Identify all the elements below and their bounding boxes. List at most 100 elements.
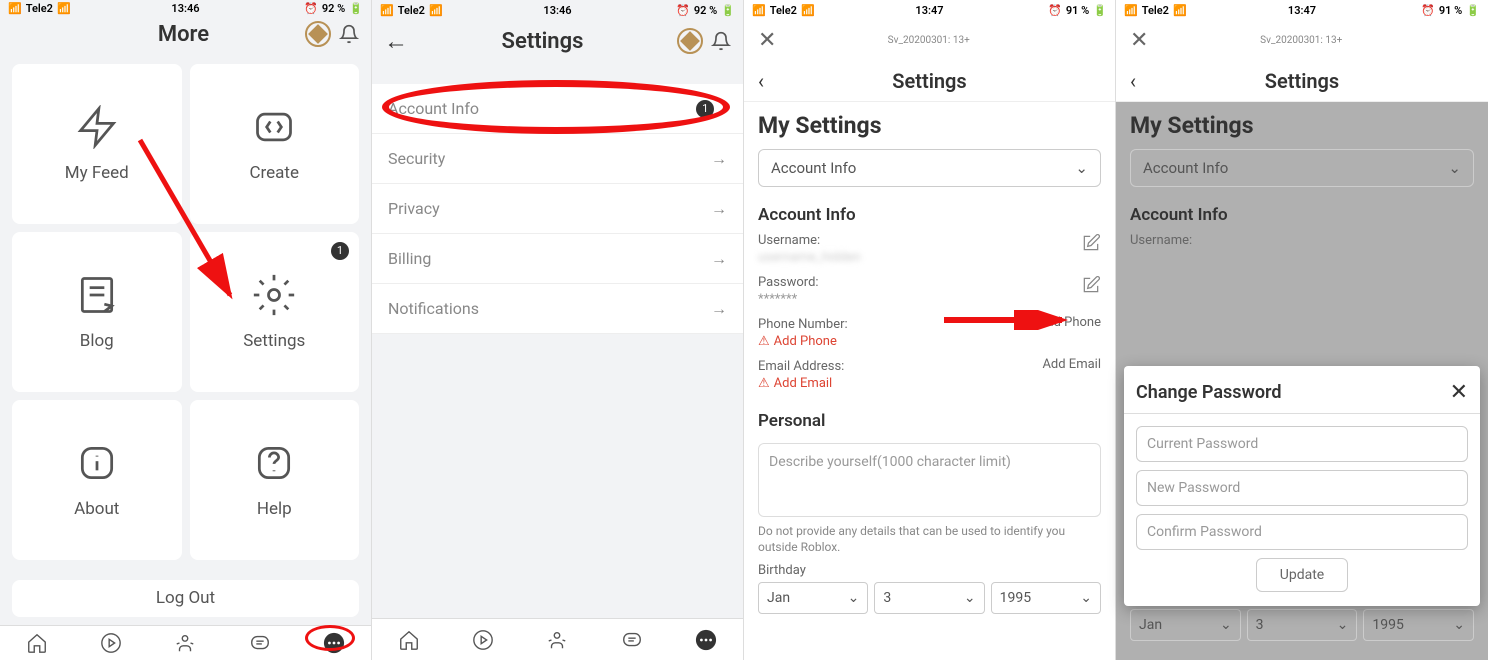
url-label: Sv_20200301: 13+ — [1148, 35, 1454, 46]
close-modal-button[interactable]: ✕ — [1450, 380, 1468, 405]
battery-icon: 🔋 — [349, 2, 363, 15]
clock-label: 13:46 — [171, 2, 199, 15]
status-bar: 📶Tele2📶 13:47 ⏰91 %🔋 — [744, 0, 1115, 20]
tab-home[interactable] — [25, 631, 49, 655]
tab-avatar[interactable] — [545, 628, 569, 652]
tab-bar — [372, 618, 743, 660]
alarm-icon: ⏰ — [1421, 4, 1435, 17]
alarm-icon: ⏰ — [676, 4, 690, 17]
birthday-month: Jan⌄ — [1130, 609, 1241, 641]
webview-bar: ✕ Sv_20200301: 13+ — [744, 20, 1115, 60]
personal-heading: Personal — [752, 405, 1107, 437]
add-phone-link[interactable]: Add Phone — [1038, 315, 1101, 330]
chevron-down-icon: ⌄ — [964, 590, 976, 606]
row-account-info[interactable]: Account Info 1› — [372, 84, 743, 134]
url-label: Sv_20200301: 13+ — [776, 35, 1081, 46]
status-bar: 📶Tele2📶 13:46 ⏰92 %🔋 — [0, 0, 371, 17]
modal-title: Change Password — [1136, 382, 1282, 403]
add-email-warning[interactable]: ⚠Add Email — [752, 376, 1042, 399]
edit-username-icon[interactable] — [1081, 233, 1101, 253]
row-privacy[interactable]: Privacy → — [372, 184, 743, 234]
back-button[interactable]: ← — [384, 27, 408, 56]
blog-icon — [75, 273, 119, 317]
info-icon — [75, 441, 119, 485]
birthday-year[interactable]: 1995⌄ — [991, 582, 1101, 614]
page-title: Settings — [892, 69, 966, 93]
battery-label: 92 % — [322, 2, 345, 15]
page-title: More — [62, 22, 305, 47]
row-label: Privacy — [388, 199, 440, 218]
confirm-password-input[interactable]: Confirm Password — [1136, 514, 1468, 550]
warning-icon: ⚠ — [758, 334, 770, 349]
screen-change-password: 📶Tele2📶 13:47 ⏰91 %🔋 ✕ Sv_20200301: 13+ … — [1116, 0, 1488, 660]
tab-more[interactable] — [322, 631, 346, 655]
help-icon — [252, 441, 296, 485]
tab-avatar[interactable] — [173, 631, 197, 655]
signal-icon: 📶 — [1124, 4, 1138, 17]
tile-blog[interactable]: Blog — [12, 232, 182, 392]
robux-icon[interactable] — [305, 21, 331, 47]
username-label: Username: — [752, 231, 1081, 250]
tile-my-feed[interactable]: My Feed — [12, 64, 182, 224]
password-label: Password: — [752, 273, 1081, 292]
badge: 1 — [331, 242, 349, 260]
birthday-day: 3⌄ — [1247, 609, 1358, 641]
row-security[interactable]: Security → — [372, 134, 743, 184]
tab-bar — [0, 625, 371, 660]
carrier-label: Tele2 — [770, 4, 797, 17]
bolt-icon — [75, 105, 119, 149]
close-button[interactable]: ✕ — [1130, 28, 1148, 53]
chevron-down-icon: ⌄ — [848, 590, 860, 606]
screen-account-info: 📶Tele2📶 13:47 ⏰91 %🔋 ✕ Sv_20200301: 13+ … — [744, 0, 1116, 660]
back-button[interactable]: ‹ — [758, 69, 764, 93]
carrier-label: Tele2 — [1142, 4, 1169, 17]
clock-label: 13:47 — [1288, 4, 1316, 17]
tab-play[interactable] — [471, 628, 495, 652]
page-title: Settings — [1265, 69, 1339, 93]
add-email-link[interactable]: Add Email — [1042, 357, 1101, 372]
tile-help[interactable]: Help — [190, 400, 360, 560]
chevron-right-icon: › — [722, 99, 727, 118]
logout-button[interactable]: Log Out — [12, 580, 359, 617]
add-phone-warning[interactable]: ⚠Add Phone — [752, 334, 1038, 357]
row-billing[interactable]: Billing → — [372, 234, 743, 284]
screen-more: 📶Tele2📶 13:46 ⏰92 %🔋 More My Feed Create… — [0, 0, 372, 660]
tab-chat[interactable] — [620, 628, 644, 652]
chevron-right-icon: → — [711, 149, 727, 169]
describe-textarea[interactable]: Describe yourself(1000 character limit) — [758, 443, 1101, 517]
birthday-month[interactable]: Jan⌄ — [758, 582, 868, 614]
row-notifications[interactable]: Notifications → — [372, 284, 743, 334]
signal-icon: 📶 — [8, 2, 22, 15]
tab-more[interactable] — [694, 628, 718, 652]
back-button[interactable]: ‹ — [1130, 69, 1136, 93]
phone-label: Phone Number: — [752, 315, 1038, 334]
carrier-label: Tele2 — [26, 2, 53, 15]
chevron-down-icon: ⌄ — [1080, 590, 1092, 606]
robux-icon[interactable] — [677, 28, 703, 54]
bell-icon[interactable] — [711, 31, 731, 51]
heading: My Settings — [1124, 112, 1480, 149]
edit-password-icon[interactable] — [1081, 275, 1101, 295]
section-dropdown[interactable]: Account Info ⌄ — [758, 149, 1101, 187]
battery-label: 91 % — [1066, 4, 1089, 17]
update-button[interactable]: Update — [1256, 558, 1348, 592]
battery-icon: 🔋 — [1093, 4, 1107, 17]
close-button[interactable]: ✕ — [758, 28, 776, 53]
wifi-icon: 📶 — [429, 4, 443, 17]
tab-chat[interactable] — [248, 631, 272, 655]
bell-icon[interactable] — [339, 24, 359, 44]
tile-about[interactable]: About — [12, 400, 182, 560]
birthday-day[interactable]: 3⌄ — [874, 582, 984, 614]
clock-label: 13:47 — [915, 4, 943, 17]
tile-create[interactable]: Create — [190, 64, 360, 224]
wifi-icon: 📶 — [801, 4, 815, 17]
current-password-input[interactable]: Current Password — [1136, 426, 1468, 462]
signal-icon: 📶 — [752, 4, 766, 17]
battery-label: 92 % — [694, 4, 717, 17]
new-password-input[interactable]: New Password — [1136, 470, 1468, 506]
chevron-right-icon: → — [711, 249, 727, 269]
tab-home[interactable] — [397, 628, 421, 652]
section-dropdown: Account Info⌄ — [1130, 149, 1474, 187]
tab-play[interactable] — [99, 631, 123, 655]
tile-settings[interactable]: 1 Settings — [190, 232, 360, 392]
